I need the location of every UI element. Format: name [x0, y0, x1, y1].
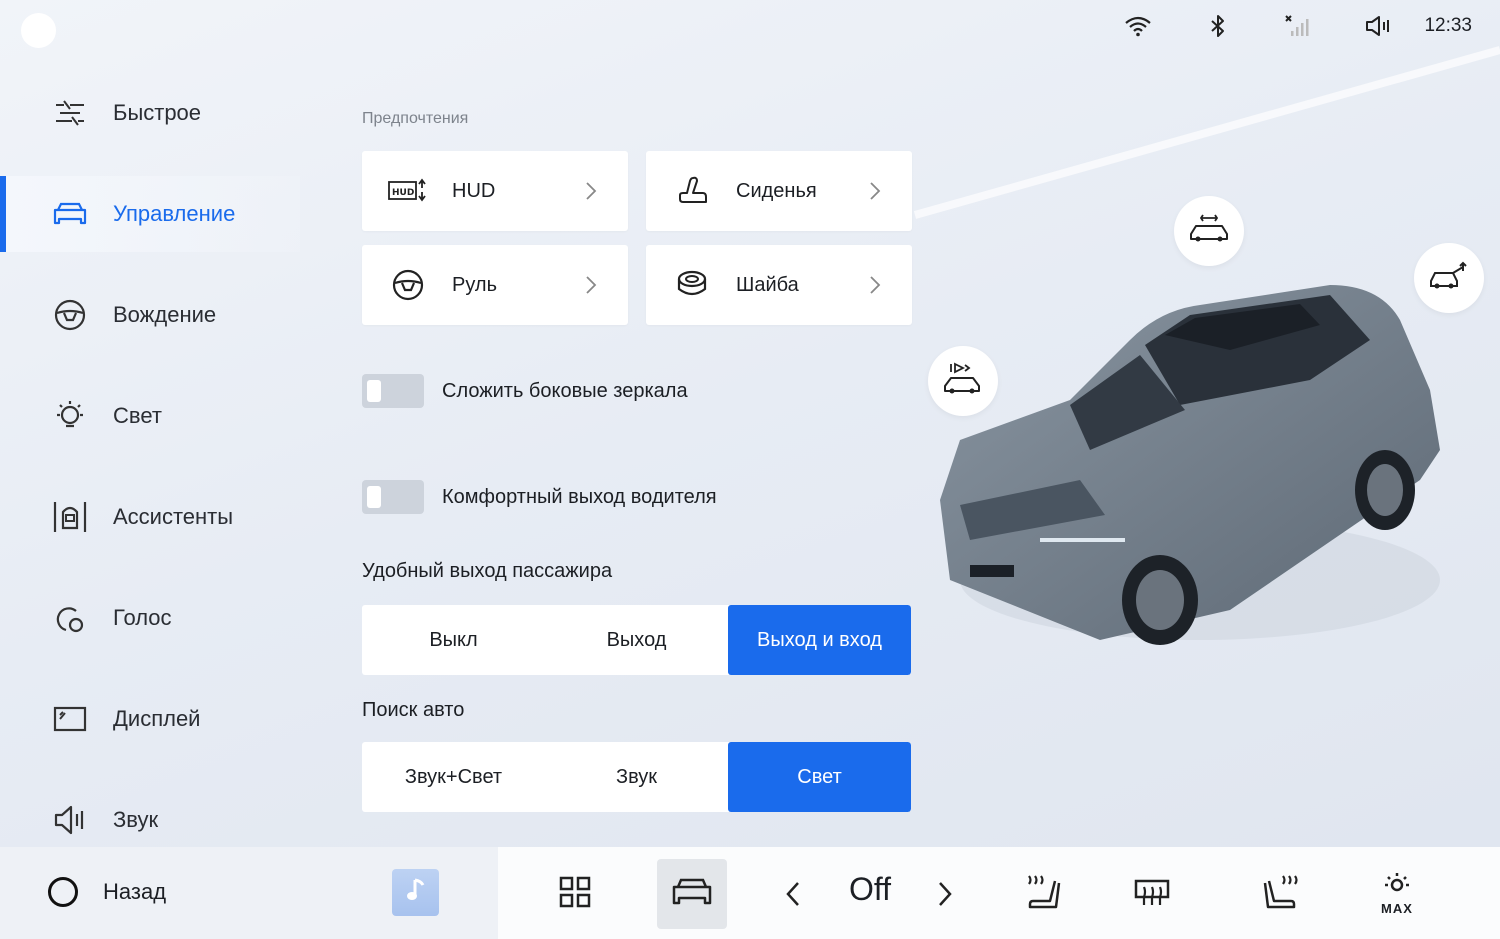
no-signal-icon	[1258, 14, 1338, 38]
hud-icon: HUD	[388, 176, 428, 206]
defrost-max-button[interactable]: MAX	[1362, 859, 1432, 929]
svg-text:HUD: HUD	[392, 188, 414, 198]
bluetooth-icon	[1178, 14, 1258, 38]
chevron-left-icon	[786, 882, 799, 906]
status-indicator-dot	[21, 13, 56, 48]
back-label: Назад	[103, 879, 167, 904]
sunroof-icon	[1187, 214, 1231, 249]
chevron-right-icon	[586, 182, 597, 200]
passenger-exit-option-exit-entry[interactable]: Выход и вход	[728, 605, 911, 675]
max-label: MAX	[1381, 901, 1413, 916]
sidebar-item-label: Ассистенты	[113, 504, 234, 529]
sidebar-item-display[interactable]: Дисплей	[0, 681, 300, 757]
chevron-right-icon	[870, 182, 881, 200]
comfort-exit-toggle[interactable]	[362, 480, 424, 514]
car-control-icon	[672, 877, 712, 912]
find-car-selector: Звук+Свет Звук Свет	[362, 742, 911, 812]
card-label: Сиденья	[736, 179, 817, 202]
card-label: Руль	[452, 273, 497, 296]
steering-card[interactable]: Руль	[362, 245, 628, 325]
voice-icon	[52, 600, 88, 636]
sidebar-item-label: Вождение	[113, 302, 217, 327]
music-button[interactable]	[392, 869, 439, 916]
puck-icon	[672, 270, 712, 300]
find-car-option-sound[interactable]: Звук	[545, 742, 728, 812]
chevron-right-icon	[939, 882, 952, 906]
card-label: HUD	[452, 179, 496, 202]
comfort-exit-row: Комфортный выход водителя	[362, 480, 717, 514]
sidebar-item-control[interactable]: Управление	[0, 176, 300, 252]
chevron-right-icon	[586, 276, 597, 294]
fold-mirrors-toggle[interactable]	[362, 374, 424, 408]
passenger-exit-option-off[interactable]: Выкл	[362, 605, 545, 675]
fan-decrease-button[interactable]	[758, 859, 828, 929]
seat-heat-left-button[interactable]	[1008, 859, 1078, 929]
seat-heat-right-button[interactable]	[1246, 859, 1316, 929]
display-icon	[52, 701, 88, 737]
chevron-right-icon	[870, 276, 881, 294]
bottom-dock: Назад Off MAX	[0, 847, 1500, 939]
steering-wheel-icon	[388, 269, 428, 301]
clock: 12:33	[1424, 15, 1472, 36]
toggle-label: Комфортный выход водителя	[442, 485, 717, 508]
toggle-label: Сложить боковые зеркала	[442, 379, 688, 402]
section-title: Предпочтения	[362, 110, 469, 127]
sliders-icon	[52, 95, 88, 131]
speaker-icon	[52, 802, 88, 838]
find-car-label: Поиск авто	[362, 699, 465, 721]
sidebar-item-label: Свет	[113, 403, 162, 428]
seat-heat-left-icon	[1023, 873, 1063, 916]
fold-mirrors-row: Сложить боковые зеркала	[362, 374, 688, 408]
assist-icon	[52, 499, 88, 535]
sidebar-item-label: Дисплей	[113, 706, 201, 731]
sidebar-item-label: Быстрое	[113, 100, 202, 125]
passenger-exit-option-exit[interactable]: Выход	[545, 605, 728, 675]
trunk-icon	[1427, 261, 1471, 296]
car-image	[940, 285, 1440, 645]
seats-card[interactable]: Сиденья	[646, 151, 912, 231]
sidebar-item-voice[interactable]: Голос	[0, 580, 300, 656]
find-car-option-light[interactable]: Свет	[728, 742, 911, 812]
sidebar-item-label: Голос	[113, 605, 172, 630]
apps-grid-button[interactable]	[540, 859, 610, 929]
card-label: Шайба	[736, 273, 799, 296]
light-bulb-icon	[52, 398, 88, 434]
rear-defrost-button[interactable]	[1117, 859, 1187, 929]
car-control-icon	[52, 196, 88, 232]
sidebar-item-driving[interactable]: Вождение	[0, 277, 300, 353]
sidebar-item-quick[interactable]: Быстрое	[0, 75, 300, 151]
lights-flash-icon	[941, 362, 985, 401]
seat-icon	[672, 176, 712, 206]
steering-wheel-icon	[52, 297, 88, 333]
sidebar-item-label: Звук	[113, 807, 159, 832]
music-note-icon	[405, 877, 427, 908]
passenger-exit-selector: Выкл Выход Выход и вход	[362, 605, 911, 675]
find-car-option-sound-light[interactable]: Звук+Свет	[362, 742, 545, 812]
seat-heat-right-icon	[1261, 873, 1301, 916]
settings-sidebar: Быстрое Управление Вождение Свет Ассисте…	[0, 62, 300, 847]
rear-defrost-icon	[1133, 875, 1171, 914]
sunroof-button[interactable]	[1174, 196, 1244, 266]
fan-increase-button[interactable]	[910, 859, 980, 929]
sidebar-item-assist[interactable]: Ассистенты	[0, 479, 300, 555]
home-circle-icon	[48, 877, 78, 907]
sidebar-item-light[interactable]: Свет	[0, 378, 300, 454]
puck-card[interactable]: Шайба	[646, 245, 912, 325]
back-button[interactable]: Назад	[48, 877, 166, 907]
volume-icon[interactable]	[1338, 14, 1418, 38]
trunk-button[interactable]	[1414, 243, 1484, 313]
wifi-icon	[1098, 15, 1178, 37]
passenger-exit-label: Удобный выход пассажира	[362, 560, 613, 582]
sun-icon	[1380, 872, 1414, 901]
vehicle-control-button[interactable]	[657, 859, 727, 929]
fan-speed-value: Off	[848, 871, 892, 907]
apps-grid-icon	[559, 876, 591, 913]
lights-flash-button[interactable]	[928, 346, 998, 416]
sidebar-item-label: Управление	[113, 201, 236, 226]
hud-card[interactable]: HUD HUD	[362, 151, 628, 231]
